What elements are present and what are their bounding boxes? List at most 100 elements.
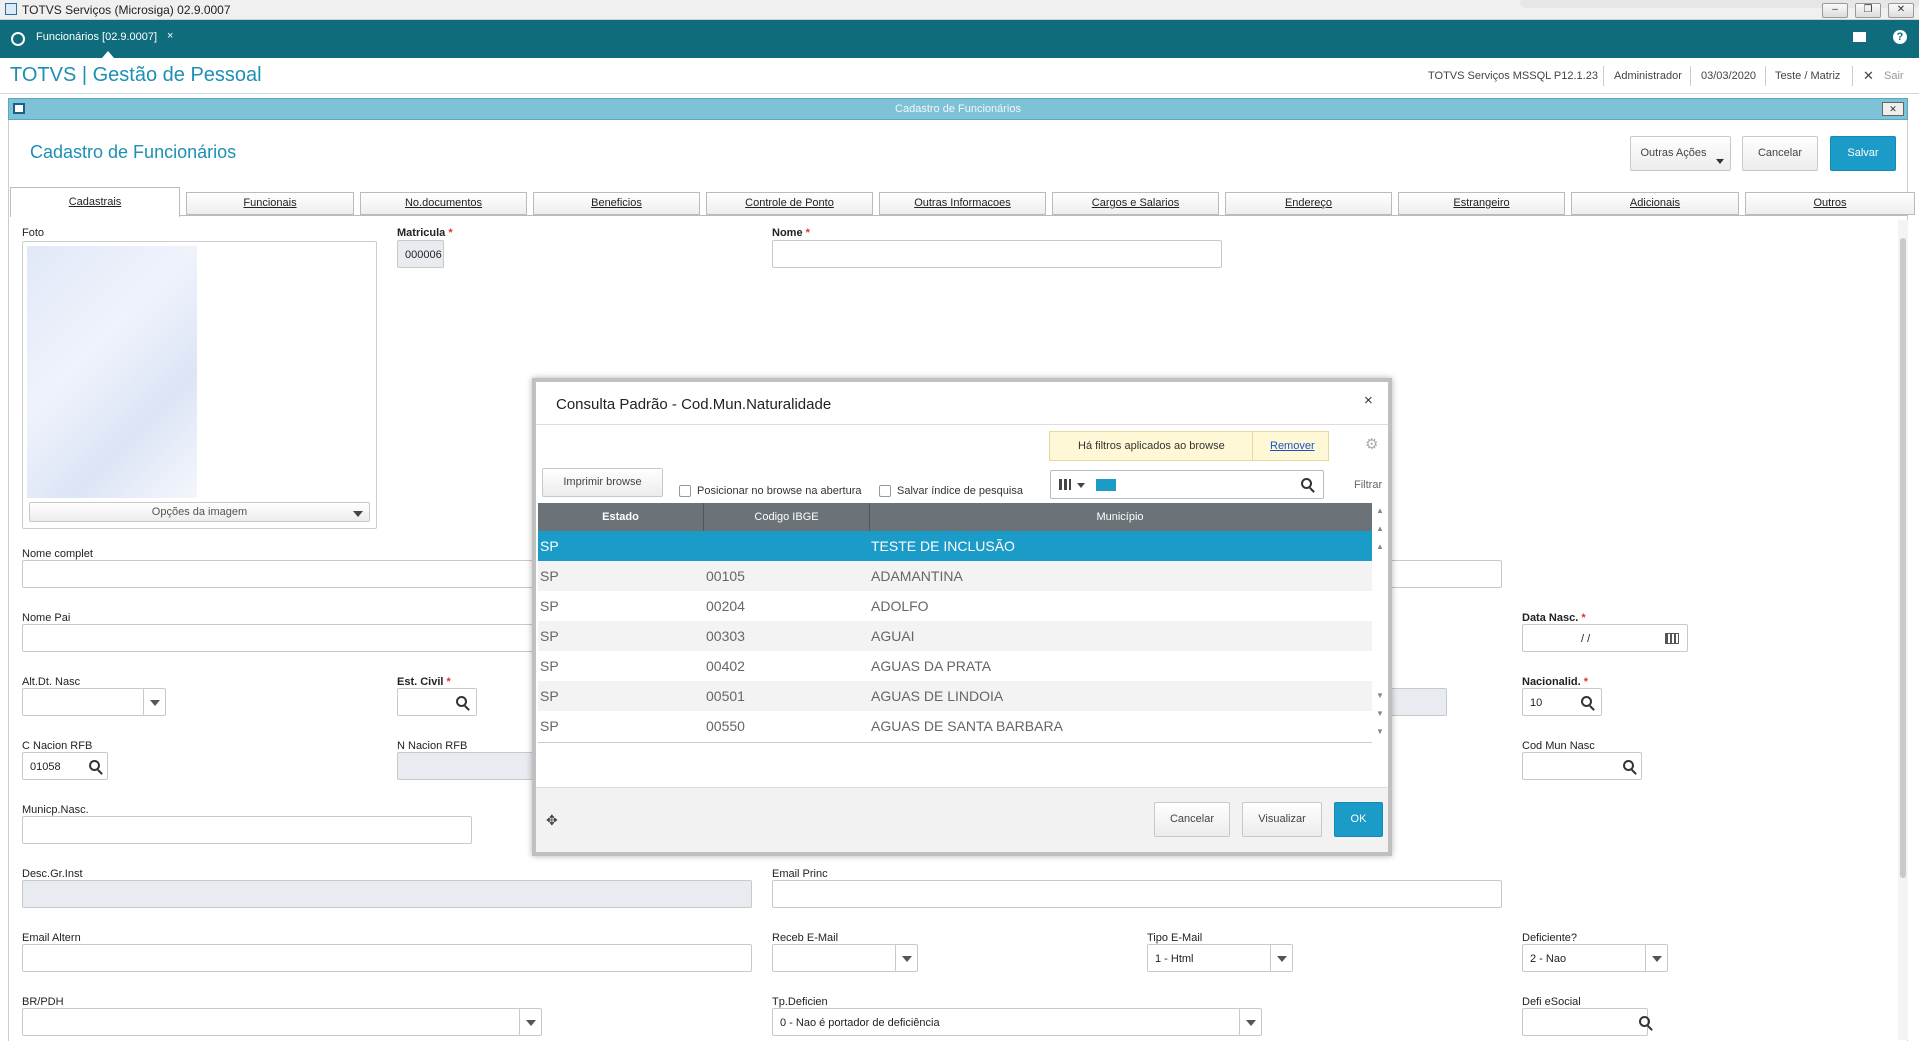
view-button[interactable]: Visualizar — [1242, 802, 1322, 837]
nacionalid-label: Nacionalid. * — [1522, 676, 1589, 688]
help-icon[interactable]: ? — [1893, 30, 1907, 44]
alt-dt-nasc-select[interactable] — [22, 688, 166, 716]
c-nacion-rfb-field[interactable]: 01058 — [22, 752, 108, 780]
calendar-icon[interactable] — [1665, 633, 1679, 644]
search-box[interactable] — [1050, 470, 1324, 499]
desc-gr-inst-field — [22, 880, 752, 908]
cell-estado: SP — [540, 688, 559, 704]
search-icon[interactable] — [1301, 478, 1312, 489]
dialog-cancel-button[interactable]: Cancelar — [1154, 802, 1230, 837]
grid-scrollbar[interactable]: ▲ ▲ ▲ ▼ ▼ ▼ — [1372, 503, 1388, 743]
email-princ-field[interactable] — [772, 880, 1502, 908]
tab-outros[interactable]: Outros — [1745, 192, 1915, 215]
tab-close-icon[interactable]: × — [167, 30, 173, 42]
chevron-down-icon[interactable] — [1077, 483, 1085, 488]
email-altern-label: Email Altern — [22, 932, 81, 944]
tab-funcionais[interactable]: Funcionais — [186, 192, 354, 215]
table-row[interactable]: SP 00303 AGUAI — [538, 621, 1372, 651]
scroll-down-icon[interactable]: ▼ — [1372, 691, 1388, 700]
dialog-close-icon[interactable]: × — [1364, 392, 1373, 409]
exit-link[interactable]: Sair — [1884, 70, 1904, 82]
search-icon[interactable] — [89, 760, 100, 771]
receb-email-label: Receb E-Mail — [772, 932, 839, 944]
minimize-icon[interactable]: – — [1822, 3, 1848, 18]
br-pdh-select[interactable] — [22, 1008, 542, 1036]
table-row[interactable]: SP 00204 ADOLFO — [538, 591, 1372, 621]
columns-icon[interactable] — [1059, 479, 1071, 490]
header-divider — [1690, 66, 1691, 86]
mail-icon[interactable] — [1853, 32, 1866, 42]
position-checkbox-label: Posicionar no browse na abertura — [697, 485, 862, 497]
column-header-codigo-ibge[interactable]: Codigo IBGE — [704, 511, 869, 523]
search-icon[interactable] — [456, 696, 467, 707]
table-row[interactable]: SP 00550 AGUAS DE SANTA BARBARA — [538, 711, 1372, 741]
other-actions-button[interactable]: Outras Ações — [1630, 136, 1731, 171]
tab-controle-de-ponto[interactable]: Controle de Ponto — [706, 192, 873, 215]
mdi-close-icon[interactable]: ✕ — [1882, 102, 1904, 116]
restore-icon[interactable]: ❐ — [1855, 3, 1881, 18]
cell-municipio: AGUAI — [871, 628, 915, 644]
table-row[interactable]: SP 00105 ADAMANTINA — [538, 561, 1372, 591]
tab-endereco[interactable]: Endereço — [1225, 192, 1392, 215]
remove-filter-link[interactable]: Remover — [1270, 440, 1315, 452]
form-scrollbar[interactable] — [1898, 220, 1908, 1040]
nome-pai-field[interactable] — [22, 624, 542, 652]
print-browse-button[interactable]: Imprimir browse — [542, 468, 663, 497]
chevron-down-icon — [353, 511, 363, 517]
page-down-icon[interactable]: ▼ — [1372, 709, 1388, 718]
tab-no-documentos[interactable]: No.documentos — [360, 192, 527, 215]
table-row[interactable]: SP TESTE DE INCLUSÃO — [538, 531, 1372, 561]
cancel-button[interactable]: Cancelar — [1742, 136, 1818, 171]
cell-estado: SP — [540, 598, 559, 614]
scroll-thumb[interactable] — [1900, 238, 1906, 878]
search-icon[interactable] — [1639, 1016, 1650, 1027]
tab-outras-informacoes[interactable]: Outras Informacoes — [879, 192, 1046, 215]
table-row[interactable]: SP 00402 AGUAS DA PRATA — [538, 651, 1372, 681]
cell-codigo: 00550 — [706, 718, 745, 734]
defi-esocial-field[interactable] — [1522, 1008, 1650, 1036]
table-row[interactable]: SP 00501 AGUAS DE LINDOIA — [538, 681, 1372, 711]
scroll-bottom-icon[interactable]: ▼ — [1372, 727, 1388, 736]
deficiente-select[interactable]: 2 - Nao — [1522, 944, 1668, 972]
search-icon[interactable] — [1581, 696, 1592, 707]
alt-dt-nasc-label: Alt.Dt. Nasc — [22, 676, 81, 688]
scroll-up-icon[interactable]: ▲ — [1372, 542, 1388, 551]
close-icon[interactable]: ✕ — [1888, 3, 1914, 18]
tab-funcionarios[interactable]: Funcionários [02.9.0007] — [36, 31, 157, 43]
save-index-checkbox[interactable] — [879, 485, 891, 497]
column-header-estado[interactable]: Estado — [538, 511, 703, 523]
dialog-footer: ✥ Cancelar Visualizar OK — [536, 787, 1388, 852]
tipo-email-select[interactable]: 1 - Html — [1147, 944, 1293, 972]
exit-icon[interactable]: ✕ — [1863, 68, 1874, 84]
cod-mun-nasc-field[interactable] — [1522, 752, 1642, 780]
home-icon[interactable] — [11, 32, 25, 46]
tab-beneficios[interactable]: Beneficios — [533, 192, 700, 215]
date-label: 03/03/2020 — [1701, 70, 1757, 82]
scroll-top-icon[interactable]: ▲ — [1372, 506, 1388, 515]
tab-cargos-e-salarios[interactable]: Cargos e Salarios — [1052, 192, 1219, 215]
tab-adicionais[interactable]: Adicionais — [1571, 192, 1739, 215]
page-up-icon[interactable]: ▲ — [1372, 524, 1388, 533]
tab-estrangeiro[interactable]: Estrangeiro — [1398, 192, 1565, 215]
nacionalid-field[interactable]: 10 — [1522, 688, 1602, 716]
image-options-dropdown[interactable]: Opções da imagem — [29, 502, 370, 522]
company-label[interactable]: Teste / Matriz — [1775, 70, 1840, 82]
consulta-padrao-dialog: Consulta Padrão - Cod.Mun.Naturalidade ×… — [532, 378, 1392, 856]
filter-button[interactable]: Filtrar — [1354, 479, 1382, 491]
email-altern-field[interactable] — [22, 944, 752, 972]
position-checkbox[interactable] — [679, 485, 691, 497]
data-nasc-field[interactable]: / / — [1522, 624, 1688, 652]
municp-nasc-field[interactable] — [22, 816, 472, 844]
move-icon[interactable]: ✥ — [546, 812, 558, 829]
est-civil-field[interactable] — [397, 688, 477, 716]
ok-button[interactable]: OK — [1334, 802, 1383, 837]
filter-notice-divider — [1252, 432, 1253, 460]
settings-gear-icon[interactable]: ⚙ — [1365, 435, 1378, 453]
nome-field[interactable] — [772, 240, 1222, 268]
receb-email-select[interactable] — [772, 944, 918, 972]
search-icon[interactable] — [1623, 760, 1634, 771]
tp-deficien-select[interactable]: 0 - Nao é portador de deficiência — [772, 1008, 1262, 1036]
save-button[interactable]: Salvar — [1830, 136, 1896, 171]
tab-cadastrais[interactable]: Cadastrais — [10, 187, 180, 217]
column-header-municipio[interactable]: Município — [870, 511, 1370, 523]
